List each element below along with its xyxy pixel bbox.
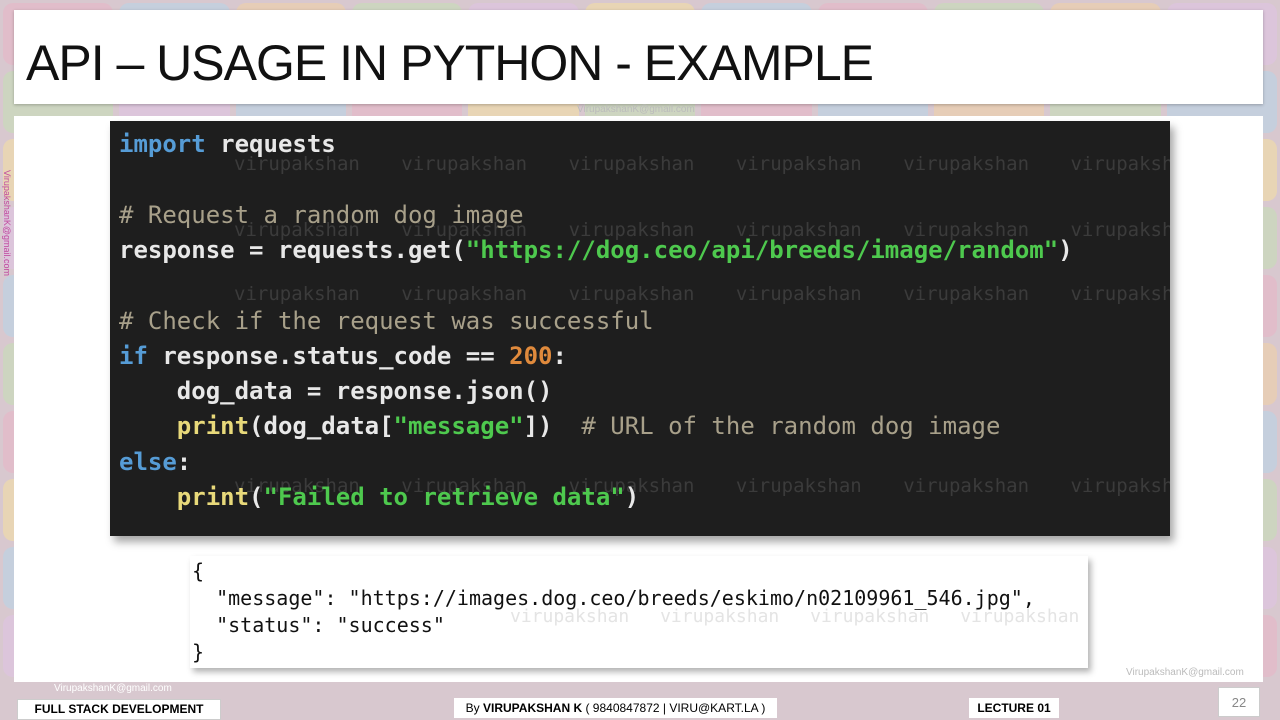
json-close-brace: } <box>192 640 205 664</box>
code-line-1: import requests <box>119 130 336 158</box>
code-line-7: print(dog_data["message"]) # URL of the … <box>176 412 1001 440</box>
code-line-6: dog_data = response.json() <box>119 377 553 405</box>
code-screenshot: virupakshan virupakshan virupakshan viru… <box>110 121 1170 536</box>
course-label: FULL STACK DEVELOPMENT <box>17 699 221 720</box>
json-status-line: "status": "success" <box>192 613 445 637</box>
footer-email-watermark: VirupakshanK@gmail.com <box>54 683 172 694</box>
json-open-brace: { <box>192 559 205 583</box>
author-credit: By VIRUPAKSHAN K ( 9840847872 | VIRU@KAR… <box>454 698 777 718</box>
code-line-9: print("Failed to retrieve data") <box>176 483 640 511</box>
json-output-box: virupakshan virupakshan virupakshan viru… <box>190 556 1088 668</box>
page-number: 22 <box>1218 687 1260 717</box>
title-bar: API – USAGE IN PYTHON - EXAMPLE <box>14 10 1263 104</box>
code-line-4: # Check if the request was successful <box>119 307 654 335</box>
code-line-2: # Request a random dog image <box>119 201 524 229</box>
right-email-watermark: VirupakshanK@gmail.com <box>1126 667 1244 678</box>
code-watermark: virupakshan virupakshan virupakshan viru… <box>234 283 1170 305</box>
lecture-label: LECTURE 01 <box>969 698 1059 718</box>
code-line-3: response = requests.get("https://dog.ceo… <box>119 236 1073 264</box>
code-watermark: virupakshan virupakshan virupakshan viru… <box>234 153 1170 175</box>
json-message-line: "message": "https://images.dog.ceo/breed… <box>192 586 1035 610</box>
slide-title: API – USAGE IN PYTHON - EXAMPLE <box>26 35 874 91</box>
top-email-watermark: VirupakshanK@gmail.com <box>577 104 695 115</box>
side-email-watermark: VirupakshanK@gmail.com <box>2 170 12 277</box>
code-line-5: if response.status_code == 200: <box>119 342 567 370</box>
code-line-8: else: <box>119 448 192 476</box>
